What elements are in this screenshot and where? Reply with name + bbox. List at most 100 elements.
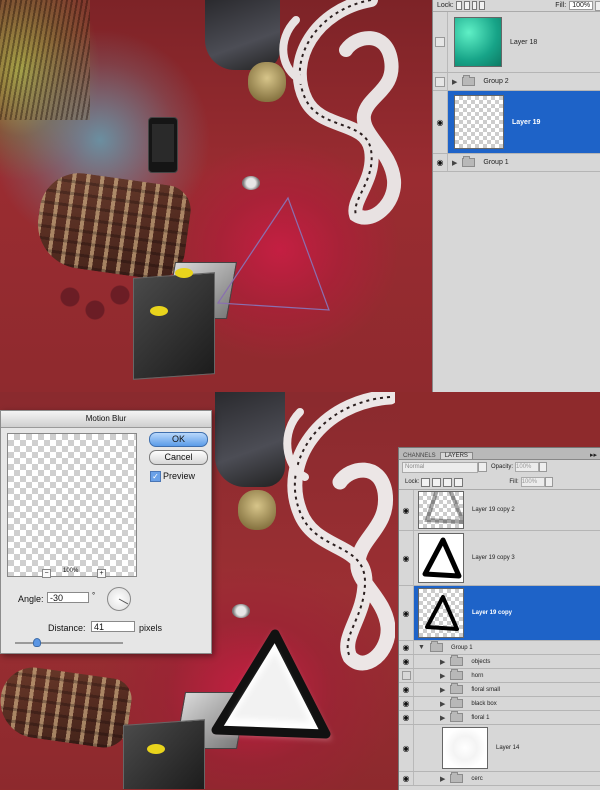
preview-label: Preview (163, 471, 196, 481)
folder-icon (450, 655, 464, 666)
group-expand-icon[interactable]: ▶ (440, 672, 445, 680)
jacket-shape (205, 0, 280, 70)
yellow-fish (147, 744, 165, 754)
layer-thumbnail (442, 727, 488, 769)
eye-icon[interactable]: ◉ (399, 655, 414, 668)
preview-checkbox[interactable]: ✓ (150, 471, 161, 482)
layer-row[interactable]: ▶ Group 2 (433, 73, 600, 91)
fill-dropdown-arrow-icon[interactable] (595, 0, 600, 11)
filter-preview[interactable] (7, 433, 137, 577)
distance-input[interactable]: 41 (91, 621, 135, 632)
lock-move-icon[interactable] (443, 477, 453, 487)
layer-row[interactable]: ◉ Layer 19 copy 2 (399, 490, 600, 531)
layer-name: Layer 19 (512, 118, 541, 126)
layer-row[interactable]: Layer 18 (433, 12, 600, 73)
group-expand-icon[interactable]: ▶ (440, 700, 445, 708)
angle-dial[interactable] (107, 587, 131, 611)
artwork-canvas-top[interactable] (0, 0, 432, 392)
layer-name: Group 1 (450, 644, 473, 651)
fill-arrow-icon[interactable] (544, 477, 553, 487)
lock-brush-icon[interactable] (432, 477, 442, 487)
ok-button[interactable]: OK (149, 432, 208, 447)
layer-row[interactable]: ◉ ▶ cerc (399, 772, 600, 786)
layer-name: horn (471, 672, 484, 679)
lock-all-icon[interactable] (479, 1, 486, 10)
eye-icon[interactable]: ◉ (399, 772, 414, 785)
folder-icon (450, 697, 464, 708)
layer-row[interactable]: ▶ horn (399, 669, 600, 683)
pocket-watch (242, 176, 260, 190)
eye-icon[interactable]: ◉ (399, 683, 414, 696)
yellow-fish (175, 268, 193, 278)
folder-icon (450, 683, 464, 694)
layer-row[interactable]: ◉ ▶ floral 1 (399, 711, 600, 725)
layer-thumbnail (418, 491, 464, 529)
layer-row[interactable]: ◉ Layer 14 (399, 725, 600, 772)
layer-thumbnail (418, 533, 464, 583)
zoom-out-button[interactable]: − (42, 569, 51, 578)
fill-input[interactable]: 100% (569, 1, 594, 10)
lock-transparent-icon[interactable] (421, 477, 431, 487)
eye-icon[interactable]: ◉ (399, 711, 414, 724)
lock-move-icon[interactable] (471, 1, 478, 10)
eye-icon[interactable]: ◉ (399, 697, 414, 710)
group-expand-icon[interactable]: ▶ (440, 658, 445, 666)
eye-icon[interactable]: ◉ (399, 531, 414, 585)
opacity-input[interactable]: 100% (515, 462, 540, 472)
folder-icon (450, 772, 464, 783)
lock-label: Lock: (437, 2, 454, 9)
zoom-in-button[interactable]: + (97, 569, 106, 578)
lock-all-icon[interactable] (454, 477, 464, 487)
distance-slider-thumb[interactable] (33, 638, 41, 647)
layers-list[interactable]: ◉ Layer 19 copy 2 ◉ Layer 19 copy 3 ◉ La… (399, 490, 600, 790)
opacity-arrow-icon[interactable] (539, 462, 548, 472)
layer-row[interactable]: ◉ ▶ objects (399, 655, 600, 669)
opacity-label: Opacity: (491, 464, 514, 470)
blend-mode-select[interactable]: Normal (402, 461, 478, 473)
triangle-path[interactable] (215, 195, 335, 315)
lock-fill-bar: Lock: Fill: 100% (433, 0, 600, 12)
layer-name: objects (471, 658, 491, 665)
lock-brush-icon[interactable] (463, 1, 470, 10)
layer-name: Layer 14 (496, 745, 520, 751)
layer-row-selected[interactable]: ◉ Layer 19 copy (399, 586, 600, 641)
hair-texture (0, 0, 90, 120)
eye-icon[interactable]: ◉ (433, 91, 448, 153)
eye-icon[interactable]: ◉ (399, 725, 414, 771)
eye-icon[interactable]: ◉ (399, 490, 414, 530)
eye-icon[interactable]: ◉ (399, 641, 414, 654)
group-expand-icon[interactable]: ▶ (440, 775, 445, 783)
angle-input[interactable]: -30 (47, 592, 89, 603)
fill-input[interactable]: 100% (520, 477, 545, 487)
blend-dropdown-arrow-icon[interactable] (478, 462, 487, 472)
eye-icon[interactable]: ◉ (399, 586, 414, 640)
layer-row[interactable]: ◉ ▶ Group 1 (433, 154, 600, 172)
layer-row[interactable]: ◉ ▶ black box (399, 697, 600, 711)
group-expand-icon[interactable]: ▶ (440, 686, 445, 694)
distance-label: Distance: (48, 623, 86, 633)
group-expand-icon[interactable]: ▶ (452, 159, 457, 167)
layer-row[interactable]: ◉ ▶ floral small (399, 683, 600, 697)
visibility-toggle[interactable] (433, 73, 448, 90)
layer-row-selected[interactable]: ◉ Layer 19 (433, 91, 600, 154)
group-expand-icon[interactable]: ▶ (440, 714, 445, 722)
panel-menu-icon[interactable]: ▸▸ (590, 451, 597, 459)
layer-name: floral 1 (471, 714, 490, 721)
tab-layers[interactable]: LAYERS (439, 452, 473, 459)
eye-icon[interactable]: ◉ (433, 154, 448, 171)
distance-slider-track[interactable] (15, 642, 123, 644)
group-expand-icon[interactable]: ▶ (452, 78, 457, 86)
visibility-toggle[interactable] (399, 669, 414, 682)
tab-channels[interactable]: CHANNELS (399, 453, 440, 459)
lock-transparent-icon[interactable] (455, 1, 462, 10)
cancel-button[interactable]: Cancel (149, 450, 208, 465)
panel-tab-bar: CHANNELS LAYERS ▸▸ (399, 448, 600, 460)
zoom-value: 100% (63, 568, 79, 574)
layer-row[interactable]: ◉ ▼ Group 1 (399, 641, 600, 655)
layer-row[interactable]: ◉ Layer 19 copy 3 (399, 531, 600, 586)
group-collapse-icon[interactable]: ▼ (418, 644, 425, 651)
blurred-triangle[interactable] (200, 622, 340, 752)
pixels-label: pixels (139, 623, 163, 633)
layer-name: floral small (471, 686, 501, 693)
visibility-toggle[interactable] (433, 12, 448, 72)
